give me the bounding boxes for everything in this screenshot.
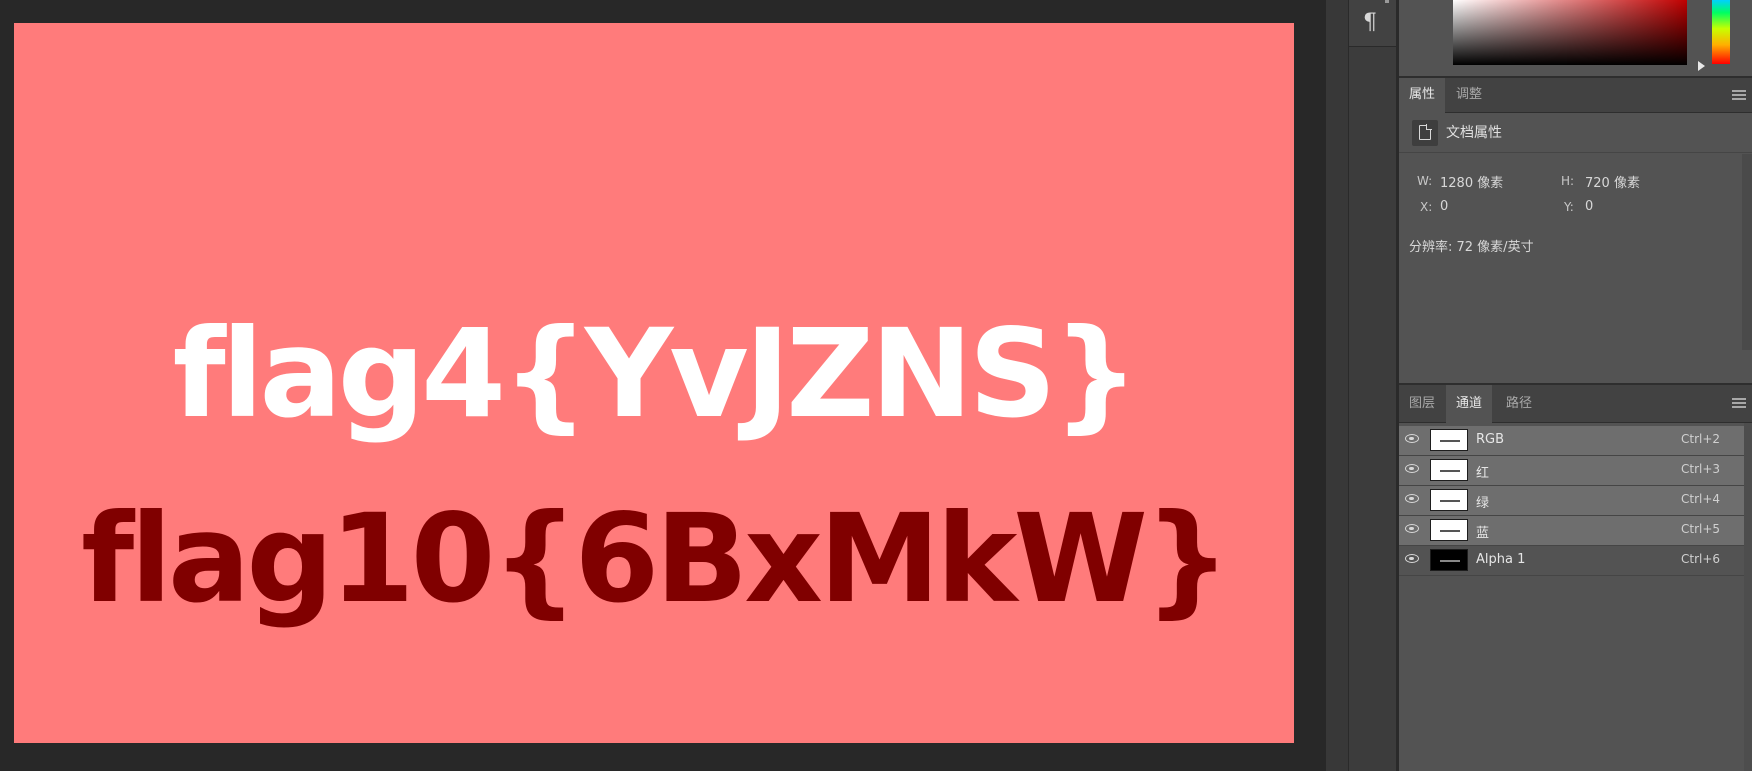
channels-panel: 图层 通道 路径 RGB Ctrl+2 红 Ctrl+3 绿 Ctrl+4 蓝 … bbox=[1399, 385, 1752, 771]
properties-scrollbar[interactable] bbox=[1742, 154, 1752, 350]
x-label: X: bbox=[1420, 200, 1433, 214]
eye-icon[interactable] bbox=[1405, 434, 1419, 443]
y-value[interactable]: 0 bbox=[1585, 199, 1593, 214]
channel-shortcut: Ctrl+6 bbox=[1681, 552, 1721, 566]
collapsed-panel-dock: ¶ bbox=[1348, 0, 1397, 771]
channel-thumbnail bbox=[1430, 459, 1468, 481]
channel-thumbnail bbox=[1430, 549, 1468, 571]
eye-icon[interactable] bbox=[1405, 554, 1419, 563]
section-title: 文档属性 bbox=[1446, 125, 1502, 141]
height-value[interactable]: 720 像素 bbox=[1585, 172, 1640, 191]
channel-shortcut: Ctrl+3 bbox=[1681, 462, 1721, 476]
width-label: W: bbox=[1417, 174, 1433, 188]
tab-adjustments[interactable]: 调整 bbox=[1446, 78, 1492, 112]
channel-row-rgb[interactable]: RGB Ctrl+2 bbox=[1399, 426, 1744, 456]
panel-menu-icon[interactable] bbox=[1732, 398, 1746, 408]
channel-thumbnail bbox=[1430, 489, 1468, 511]
paragraph-icon: ¶ bbox=[1363, 10, 1377, 35]
canvas-text-flag10: flag10{6BxMkW} bbox=[81, 488, 1231, 630]
right-panel-column: 属性 调整 文档属性 W: 1280 像素 H: 720 像素 X: 0 Y: … bbox=[1399, 0, 1752, 771]
channel-shortcut: Ctrl+5 bbox=[1681, 522, 1721, 536]
canvas-text-flag4: flag4{YvJZNS} bbox=[172, 303, 1140, 445]
tab-properties[interactable]: 属性 bbox=[1399, 78, 1446, 113]
color-panel bbox=[1399, 0, 1752, 78]
channel-thumbnail bbox=[1430, 429, 1468, 451]
eye-icon[interactable] bbox=[1405, 524, 1419, 533]
channel-row-green[interactable]: 绿 Ctrl+4 bbox=[1399, 486, 1744, 516]
width-value[interactable]: 1280 像素 bbox=[1440, 172, 1503, 191]
document-canvas[interactable]: flag4{YvJZNS} flag10{6BxMkW} bbox=[14, 23, 1294, 743]
channel-row-blue[interactable]: 蓝 Ctrl+5 bbox=[1399, 516, 1744, 546]
channel-name: Alpha 1 bbox=[1476, 552, 1526, 567]
channel-name: 蓝 bbox=[1476, 526, 1490, 541]
channel-name: 绿 bbox=[1476, 496, 1490, 511]
channel-name: 红 bbox=[1476, 466, 1490, 481]
workspace-scroll-strip[interactable] bbox=[1326, 0, 1348, 771]
channel-thumbnail bbox=[1430, 519, 1468, 541]
color-field[interactable] bbox=[1453, 0, 1687, 65]
document-properties-header: 文档属性 bbox=[1399, 112, 1752, 153]
y-label: Y: bbox=[1564, 200, 1574, 214]
properties-panel: 属性 调整 文档属性 W: 1280 像素 H: 720 像素 X: 0 Y: … bbox=[1399, 78, 1752, 385]
height-label: H: bbox=[1561, 174, 1575, 188]
channel-row-red[interactable]: 红 Ctrl+3 bbox=[1399, 456, 1744, 486]
channel-name: RGB bbox=[1476, 432, 1505, 447]
document-icon bbox=[1419, 124, 1432, 140]
eye-icon[interactable] bbox=[1405, 464, 1419, 473]
x-value[interactable]: 0 bbox=[1440, 199, 1448, 214]
paragraph-panel-button[interactable]: ¶ bbox=[1349, 0, 1397, 47]
resolution-text: 分辨率: 72 像素/英寸 bbox=[1409, 240, 1534, 255]
channel-row-alpha1[interactable]: Alpha 1 Ctrl+6 bbox=[1399, 546, 1744, 576]
tab-channels[interactable]: 通道 bbox=[1446, 385, 1493, 423]
hue-slider[interactable] bbox=[1712, 0, 1730, 64]
tab-paths[interactable]: 路径 bbox=[1496, 385, 1542, 422]
tab-layers[interactable]: 图层 bbox=[1399, 385, 1445, 422]
panel-menu-icon[interactable] bbox=[1732, 90, 1746, 100]
document-workspace[interactable]: flag4{YvJZNS} flag10{6BxMkW} bbox=[0, 0, 1326, 771]
eye-icon[interactable] bbox=[1405, 494, 1419, 503]
properties-tabbar: 属性 调整 bbox=[1399, 78, 1752, 113]
channels-tabbar: 图层 通道 路径 bbox=[1399, 385, 1752, 423]
document-icon-box bbox=[1412, 120, 1438, 146]
channel-shortcut: Ctrl+2 bbox=[1681, 432, 1721, 446]
dock-grip bbox=[1385, 0, 1389, 3]
channels-scrollbar[interactable] bbox=[1744, 423, 1752, 771]
channel-shortcut: Ctrl+4 bbox=[1681, 492, 1721, 506]
hue-slider-marker-icon[interactable] bbox=[1698, 61, 1705, 71]
